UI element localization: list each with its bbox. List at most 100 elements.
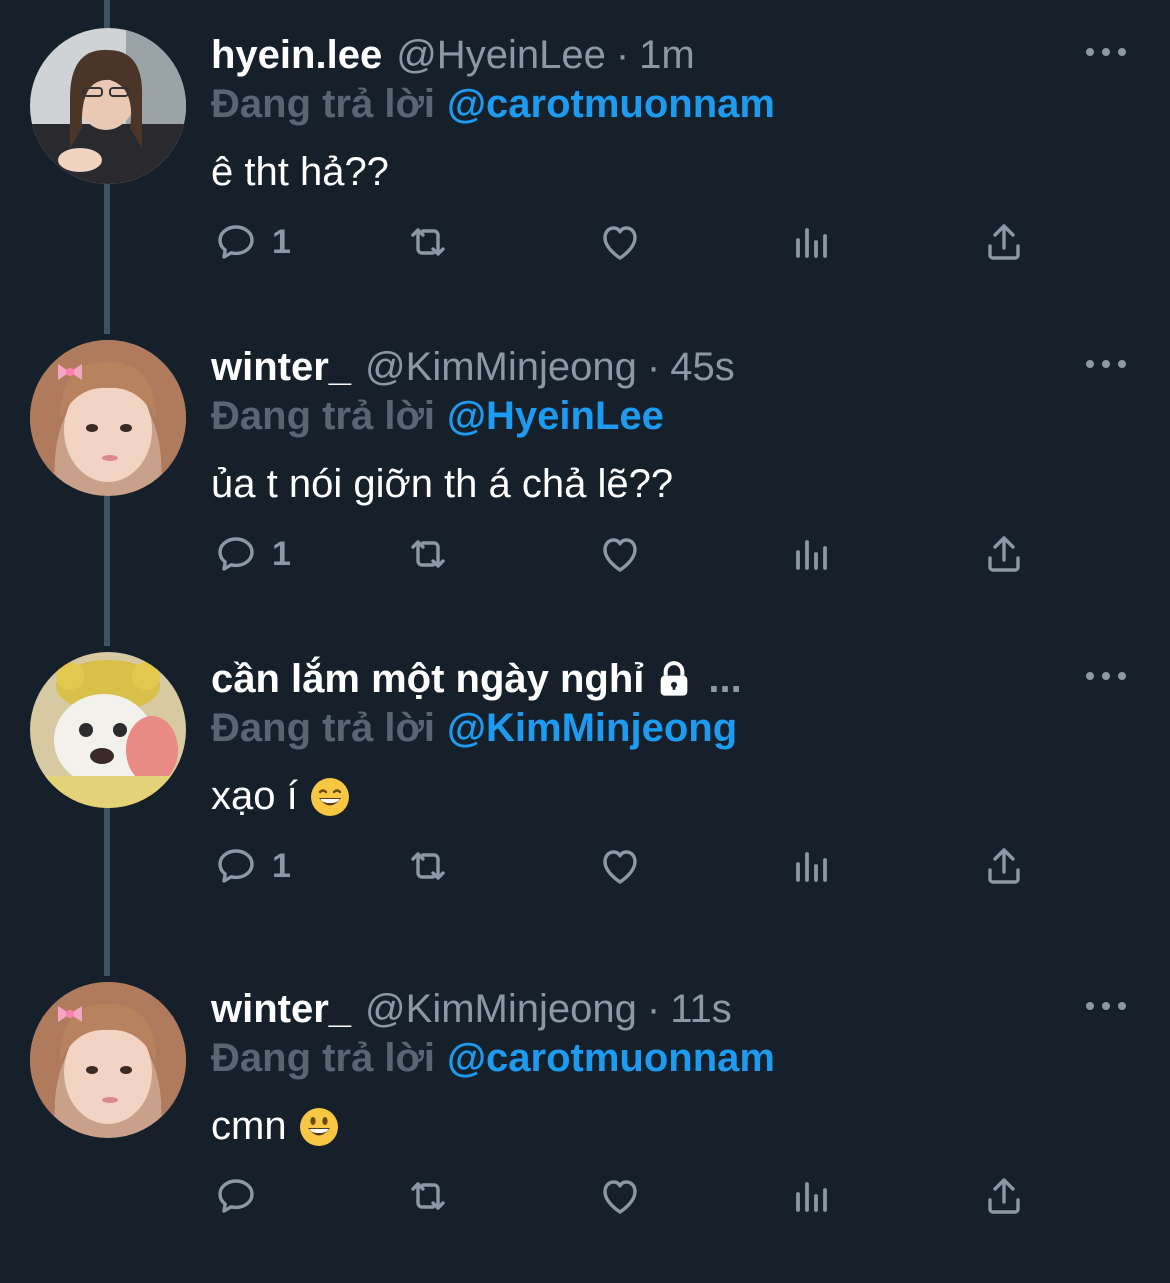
separator-dot: · <box>646 986 661 1031</box>
replying-to: Đang trả lời @carotmuonnam <box>211 1036 775 1081</box>
views-button[interactable] <box>788 524 836 584</box>
tweet[interactable]: cần lắm một ngày nghỉ ... Đang trả lời @K… <box>0 624 1170 944</box>
reply-icon <box>218 1179 254 1213</box>
views-icon <box>796 540 827 570</box>
like-button[interactable] <box>596 212 644 272</box>
heart-icon <box>603 538 637 572</box>
retweet-button[interactable] <box>404 212 452 272</box>
separator-dot: · <box>646 344 661 389</box>
tweet-actions <box>0 1166 1170 1226</box>
tweet-header: cần lắm một ngày nghỉ ... <box>211 654 742 704</box>
share-button[interactable] <box>980 212 1028 272</box>
user-handle[interactable]: @HyeinLee <box>396 33 606 78</box>
replying-to-label: Đang trả lời <box>211 706 436 750</box>
tweet-text-content: xạo í <box>211 774 298 818</box>
heart-icon <box>603 226 637 260</box>
replying-to: Đang trả lời @carotmuonnam <box>211 82 775 127</box>
heart-icon <box>603 850 637 884</box>
share-button[interactable] <box>980 836 1028 896</box>
tweet-text: xạo í <box>211 774 350 819</box>
user-handle[interactable]: @KimMinjeong <box>365 345 637 390</box>
more-options-icon[interactable] <box>1086 40 1126 64</box>
tweet-text: ê tht hả?? <box>211 150 389 195</box>
tweet-actions: 1 <box>0 836 1170 896</box>
display-name[interactable]: cần lắm một ngày nghỉ <box>211 657 644 702</box>
display-name[interactable]: winter_ <box>211 345 351 390</box>
like-button[interactable] <box>596 836 644 896</box>
replying-to-label: Đang trả lời <box>211 394 436 438</box>
share-icon <box>988 536 1020 572</box>
reply-button[interactable]: 1 <box>212 212 291 272</box>
retweet-button[interactable] <box>404 524 452 584</box>
separator-dot: · <box>615 32 630 77</box>
more-options-icon[interactable] <box>1086 664 1126 688</box>
replying-to-handle[interactable]: @carotmuonnam <box>447 82 775 126</box>
reply-button[interactable]: 1 <box>212 836 291 896</box>
reply-count: 1 <box>272 846 291 885</box>
grinning-squinting-emoji-icon <box>310 777 349 816</box>
reply-count: 1 <box>272 534 291 573</box>
retweet-icon <box>411 852 445 880</box>
share-icon <box>988 848 1020 884</box>
share-button[interactable] <box>980 524 1028 584</box>
reply-icon <box>218 225 254 259</box>
tweet[interactable]: hyein.lee @HyeinLee · 1m Đang trả lời @ca… <box>0 0 1170 320</box>
tweet-text-content: ủa t nói giỡn th á chả lẽ?? <box>211 462 674 506</box>
replying-to: Đang trả lời @HyeinLee <box>211 394 664 439</box>
tweet-text-content: cmn <box>211 1104 287 1148</box>
lock-icon <box>661 661 688 696</box>
views-button[interactable] <box>788 1166 836 1226</box>
tweet[interactable]: winter_ @KimMinjeong · 11s Đang trả lời @… <box>0 954 1170 1274</box>
timestamp[interactable]: 11s <box>670 987 732 1032</box>
name-overflow-ellipsis: ... <box>708 656 742 701</box>
share-icon <box>988 1178 1020 1214</box>
tweet-text: ủa t nói giỡn th á chả lẽ?? <box>211 462 673 507</box>
replying-to-label: Đang trả lời <box>211 82 436 126</box>
tweet-actions: 1 <box>0 524 1170 584</box>
timestamp[interactable]: 45s <box>670 345 735 390</box>
display-name[interactable]: hyein.lee <box>211 33 382 78</box>
replying-to-handle[interactable]: @KimMinjeong <box>447 706 737 750</box>
tweet-actions: 1 <box>0 212 1170 272</box>
avatar[interactable] <box>30 652 186 808</box>
views-icon <box>796 228 827 258</box>
reply-icon <box>218 849 254 883</box>
avatar[interactable] <box>30 340 186 496</box>
avatar[interactable] <box>30 28 186 184</box>
retweet-icon <box>411 228 445 256</box>
views-icon <box>796 1182 827 1212</box>
reply-icon <box>218 537 254 571</box>
retweet-icon <box>411 1182 445 1210</box>
tweet-header: hyein.lee @HyeinLee · 1m <box>211 30 695 80</box>
replying-to-handle[interactable]: @carotmuonnam <box>447 1036 775 1080</box>
reply-count: 1 <box>272 222 291 261</box>
share-icon <box>988 224 1020 260</box>
replying-to-label: Đang trả lời <box>211 1036 436 1080</box>
replying-to: Đang trả lời @KimMinjeong <box>211 706 737 751</box>
reply-button[interactable]: 1 <box>212 524 291 584</box>
tweet[interactable]: winter_ @KimMinjeong · 45s Đang trả lời @… <box>0 312 1170 632</box>
retweet-button[interactable] <box>404 836 452 896</box>
reply-button[interactable] <box>212 1166 272 1226</box>
like-button[interactable] <box>596 524 644 584</box>
retweet-button[interactable] <box>404 1166 452 1226</box>
retweet-icon <box>411 540 445 568</box>
views-button[interactable] <box>788 212 836 272</box>
tweet-header: winter_ @KimMinjeong · 11s <box>211 984 732 1034</box>
more-options-icon[interactable] <box>1086 352 1126 376</box>
display-name[interactable]: winter_ <box>211 987 351 1032</box>
avatar[interactable] <box>30 982 186 1138</box>
tweet-text: cmn <box>211 1104 339 1149</box>
user-handle[interactable]: @KimMinjeong <box>365 987 637 1032</box>
tweet-text-content: ê tht hả?? <box>211 150 389 194</box>
grinning-face-emoji-icon <box>299 1107 338 1146</box>
views-button[interactable] <box>788 836 836 896</box>
like-button[interactable] <box>596 1166 644 1226</box>
timestamp[interactable]: 1m <box>639 33 695 78</box>
more-options-icon[interactable] <box>1086 994 1126 1018</box>
heart-icon <box>603 1180 637 1214</box>
share-button[interactable] <box>980 1166 1028 1226</box>
replying-to-handle[interactable]: @HyeinLee <box>447 394 664 438</box>
views-icon <box>796 852 827 882</box>
tweet-header: winter_ @KimMinjeong · 45s <box>211 342 735 392</box>
